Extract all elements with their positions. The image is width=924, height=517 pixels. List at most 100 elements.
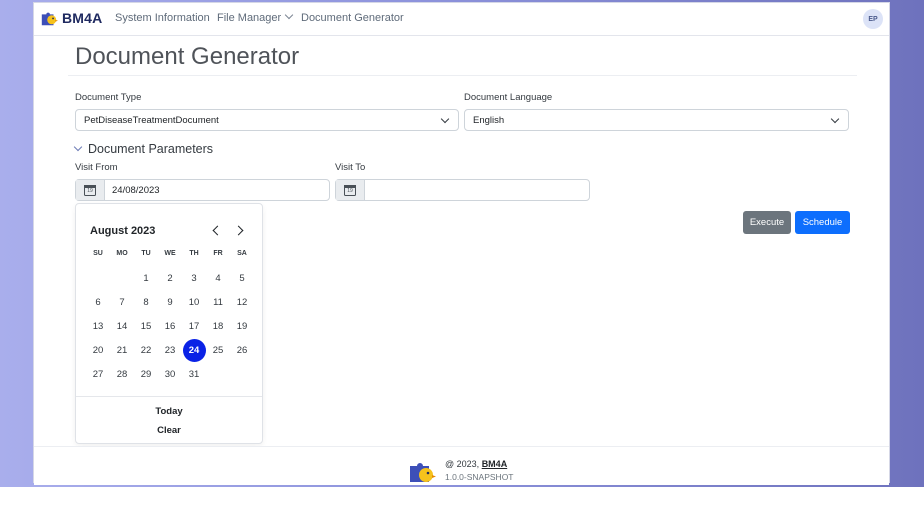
datepicker-divider bbox=[76, 396, 262, 397]
datepicker-day[interactable]: 29 bbox=[134, 362, 158, 386]
visit-from-input[interactable]: 24/08/2023 bbox=[105, 180, 160, 200]
datepicker-day[interactable]: 20 bbox=[86, 338, 110, 362]
footer-brand-link[interactable]: BM4A bbox=[482, 459, 508, 469]
weekday-label: WE bbox=[164, 250, 176, 257]
datepicker-day[interactable]: 14 bbox=[110, 314, 134, 338]
datepicker-day[interactable]: 4 bbox=[206, 266, 230, 290]
datepicker-day[interactable]: 28 bbox=[110, 362, 134, 386]
datepicker-day[interactable]: 13 bbox=[86, 314, 110, 338]
datepicker-day[interactable]: 15 bbox=[134, 314, 158, 338]
datepicker-day-number: 16 bbox=[164, 320, 176, 332]
datepicker-day[interactable]: 10 bbox=[182, 290, 206, 314]
datepicker-day-number: 29 bbox=[140, 368, 152, 380]
document-language-select[interactable]: English bbox=[464, 109, 849, 131]
datepicker-day[interactable]: 23 bbox=[158, 338, 182, 362]
datepicker-day-selected[interactable]: 24 bbox=[182, 338, 206, 362]
datepicker-day[interactable]: 25 bbox=[206, 338, 230, 362]
document-parameters-title: Document Parameters bbox=[88, 142, 214, 156]
puzzle-duck-logo-icon bbox=[410, 463, 436, 482]
datepicker-day-number: 22 bbox=[140, 344, 152, 356]
weekday-label: SU bbox=[93, 250, 103, 257]
nav-document-generator[interactable]: Document Generator bbox=[301, 12, 404, 24]
datepicker-day[interactable]: 27 bbox=[86, 362, 110, 386]
datepicker-day-number: 15 bbox=[140, 320, 152, 332]
weekday-label: SA bbox=[237, 250, 247, 257]
datepicker-day-number: 28 bbox=[116, 368, 128, 380]
datepicker-day-grid: 1 2 3 4 5 6 7 8 9 10 11 12 13 14 15 16 17 18 19 20 21 22 23 24 2… bbox=[86, 266, 254, 386]
weekday-label: TH bbox=[189, 250, 199, 257]
visit-from-calendar-button[interactable]: 19 bbox=[76, 180, 105, 200]
datepicker-day-number: 19 bbox=[236, 320, 248, 332]
datepicker-day[interactable]: 8 bbox=[134, 290, 158, 314]
visit-from-label: Visit From bbox=[75, 162, 118, 173]
visit-to-label: Visit To bbox=[335, 162, 366, 173]
datepicker-day-number: 13 bbox=[92, 320, 104, 332]
datepicker-day[interactable]: 17 bbox=[182, 314, 206, 338]
datepicker-day-number: 24 bbox=[182, 338, 206, 362]
datepicker-day-number: 10 bbox=[188, 296, 200, 308]
datepicker-day[interactable]: 21 bbox=[110, 338, 134, 362]
chevron-right-icon[interactable] bbox=[233, 225, 244, 236]
datepicker-day-number: 14 bbox=[116, 320, 128, 332]
visit-to-input[interactable] bbox=[365, 180, 372, 200]
datepicker-day[interactable]: 9 bbox=[158, 290, 182, 314]
datepicker-weekdays: SU MO TU WE TH FR SA bbox=[86, 250, 254, 257]
datepicker-day-number: 31 bbox=[188, 368, 200, 380]
datepicker-day[interactable]: 22 bbox=[134, 338, 158, 362]
datepicker-day[interactable]: 3 bbox=[182, 266, 206, 290]
page-footer: @ 2023, BM4A 1.0.0-SNAPSHOT bbox=[34, 446, 889, 485]
calendar-icon: 19 bbox=[344, 184, 356, 196]
datepicker-day[interactable]: 5 bbox=[230, 266, 254, 290]
weekday-label: FR bbox=[213, 250, 223, 257]
datepicker-day-number: 2 bbox=[167, 272, 173, 284]
datepicker-day[interactable]: 19 bbox=[230, 314, 254, 338]
page-title: Document Generator bbox=[75, 43, 300, 70]
weekday-label: MO bbox=[116, 250, 128, 257]
document-type-select[interactable]: PetDiseaseTreatmentDocument bbox=[75, 109, 459, 131]
visit-from-date-field[interactable]: 19 24/08/2023 bbox=[75, 179, 330, 201]
document-parameters-toggle[interactable]: Document Parameters bbox=[73, 142, 214, 156]
datepicker-clear-button[interactable]: Clear bbox=[76, 425, 262, 436]
datepicker-day-number: 26 bbox=[236, 344, 248, 356]
datepicker-day[interactable]: 18 bbox=[206, 314, 230, 338]
datepicker-today-button[interactable]: Today bbox=[76, 406, 262, 417]
footer-copyright-prefix: @ 2023, bbox=[445, 459, 480, 469]
datepicker-day[interactable]: 1 bbox=[134, 266, 158, 290]
weekday-label: TU bbox=[141, 250, 151, 257]
datepicker-day[interactable]: 30 bbox=[158, 362, 182, 386]
datepicker-day[interactable]: 11 bbox=[206, 290, 230, 314]
datepicker-empty-cell bbox=[110, 266, 134, 290]
datepicker-day[interactable]: 7 bbox=[110, 290, 134, 314]
datepicker-day[interactable]: 26 bbox=[230, 338, 254, 362]
nav-file-manager-label: File Manager bbox=[217, 12, 282, 24]
datepicker-day-number: 27 bbox=[92, 368, 104, 380]
datepicker-day-number: 5 bbox=[239, 272, 245, 284]
datepicker-day[interactable]: 2 bbox=[158, 266, 182, 290]
schedule-button[interactable]: Schedule bbox=[795, 211, 850, 234]
datepicker-day[interactable]: 12 bbox=[230, 290, 254, 314]
chevron-down-icon bbox=[830, 114, 840, 124]
brand-link[interactable]: BM4A bbox=[40, 9, 102, 27]
visit-to-calendar-button[interactable]: 19 bbox=[336, 180, 365, 200]
datepicker-day-number: 21 bbox=[116, 344, 128, 356]
datepicker-day[interactable]: 31 bbox=[182, 362, 206, 386]
datepicker-day[interactable]: 16 bbox=[158, 314, 182, 338]
datepicker-day-number: 1 bbox=[143, 272, 149, 284]
datepicker-empty-cell bbox=[86, 266, 110, 290]
execute-button[interactable]: Execute bbox=[743, 211, 791, 234]
nav-file-manager[interactable]: File Manager bbox=[217, 10, 294, 24]
puzzle-duck-logo-icon bbox=[41, 12, 58, 26]
datepicker-day[interactable]: 6 bbox=[86, 290, 110, 314]
visit-to-date-field[interactable]: 19 bbox=[335, 179, 590, 201]
datepicker-day-number: 20 bbox=[92, 344, 104, 356]
chevron-left-icon[interactable] bbox=[212, 225, 223, 236]
footer-copyright: @ 2023, BM4A bbox=[445, 459, 507, 469]
nav-system-information[interactable]: System Information bbox=[115, 12, 210, 24]
datepicker-day-number: 25 bbox=[212, 344, 224, 356]
calendar-icon: 19 bbox=[84, 184, 96, 196]
document-language-label: Document Language bbox=[464, 92, 553, 103]
datepicker-day-number: 9 bbox=[167, 296, 173, 308]
datepicker-day-number: 30 bbox=[164, 368, 176, 380]
user-avatar[interactable]: EP bbox=[863, 9, 883, 29]
datepicker-day-number: 8 bbox=[143, 296, 149, 308]
